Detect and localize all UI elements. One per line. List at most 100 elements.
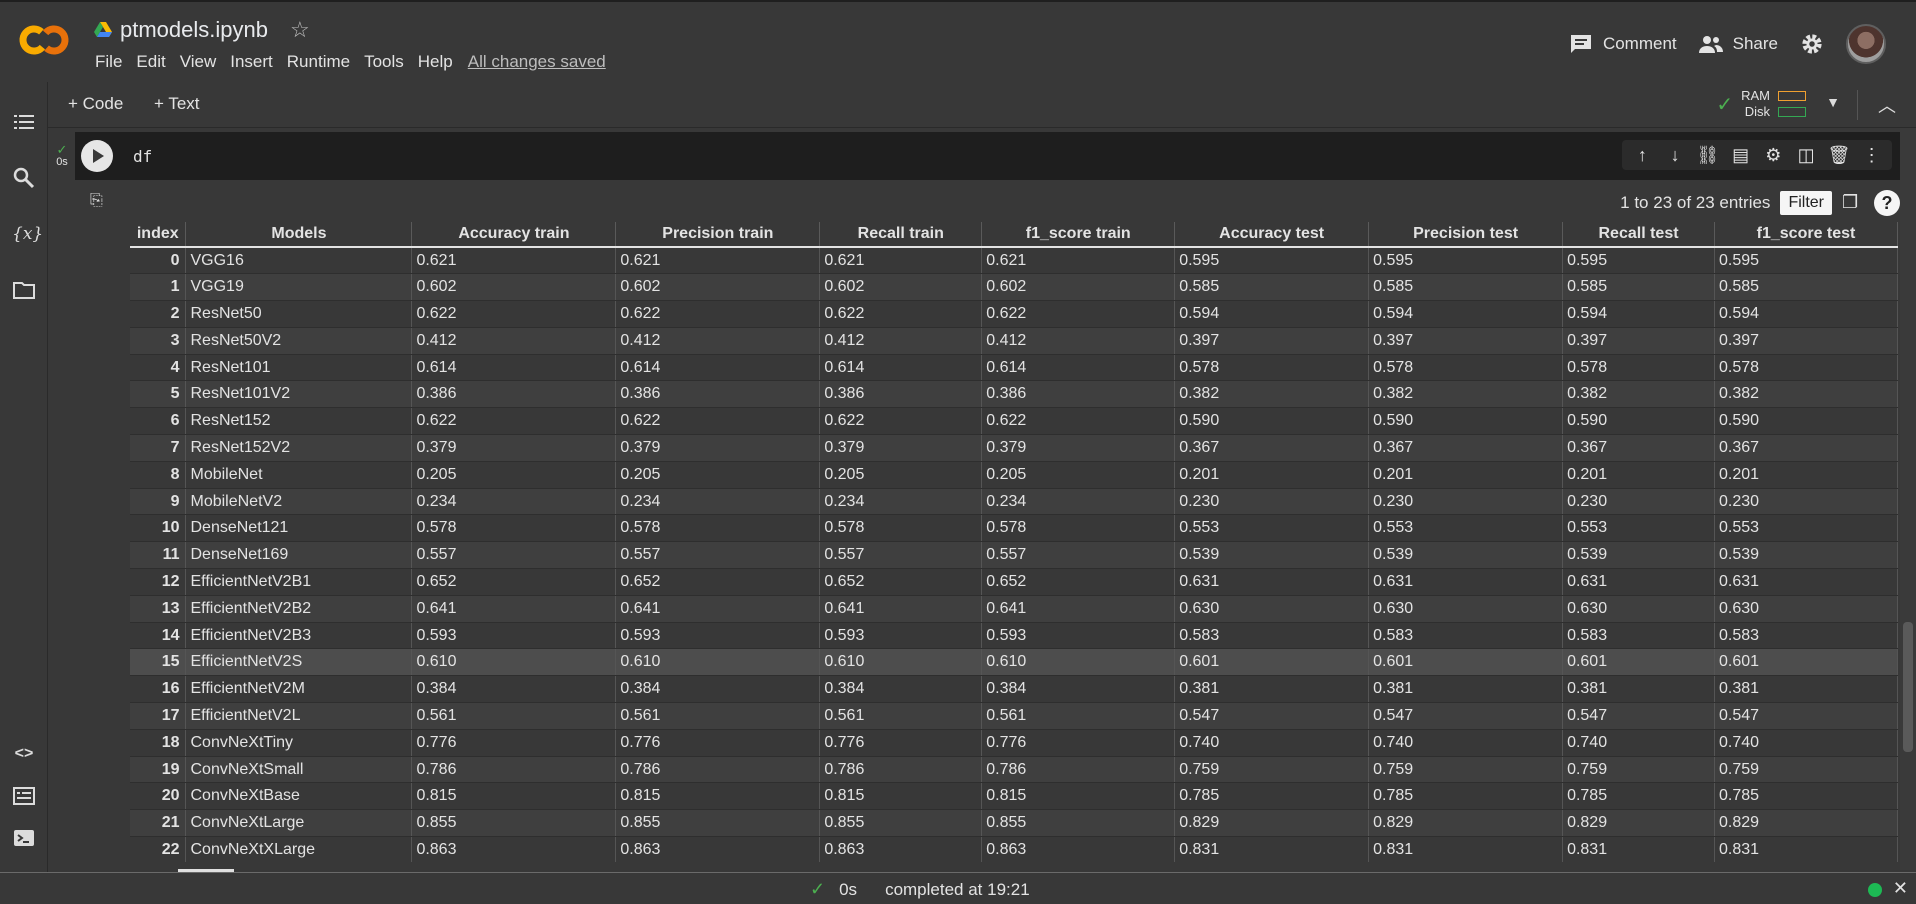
column-header[interactable]: Accuracy test: [1174, 222, 1370, 248]
header: ptmodels.ipynb ☆ File Edit View Insert R…: [0, 0, 1916, 82]
code-snippets-icon[interactable]: <>: [12, 742, 36, 766]
column-header[interactable]: Models: [185, 222, 413, 248]
table-row[interactable]: 1 VGG19 0.602 0.602 0.602 0.602 0.585 0.585 0.58…: [130, 273, 1898, 302]
output-actions-icon[interactable]: ⎘: [90, 192, 112, 212]
filter-button[interactable]: Filter: [1780, 191, 1832, 215]
table-row[interactable]: 7 ResNet152V2 0.379 0.379 0.379 0.379 0.367 0.3…: [130, 434, 1898, 462]
share-button[interactable]: Share: [1698, 33, 1778, 55]
column-header[interactable]: Precision train: [615, 222, 821, 248]
table-row[interactable]: 22 ConvNeXtXLarge 0.863 0.863 0.863 0.863 0.83…: [130, 836, 1898, 862]
table-row[interactable]: 18 ConvNeXtTiny 0.776 0.776 0.776 0.776 0.740 0…: [130, 729, 1898, 757]
column-header[interactable]: index: [130, 222, 187, 248]
metric-cell: 0.601: [1174, 648, 1370, 677]
metric-cell: 0.201: [1174, 461, 1370, 489]
delete-icon[interactable]: 🗑: [1826, 142, 1852, 168]
table-row[interactable]: 2 ResNet50 0.622 0.622 0.622 0.622 0.594 0.594 0…: [130, 300, 1898, 328]
metric-cell: 0.578: [819, 514, 983, 543]
comment-cell-icon[interactable]: ▤: [1728, 142, 1754, 168]
close-icon[interactable]: ✕: [1893, 878, 1908, 899]
folder-icon[interactable]: [12, 278, 36, 302]
table-row[interactable]: 15 EfficientNetV2S 0.610 0.610 0.610 0.610 0.6…: [130, 648, 1898, 677]
column-header[interactable]: f1_score train: [981, 222, 1176, 248]
resource-monitor[interactable]: ✓ RAM Disk: [1716, 88, 1806, 120]
chevron-down-icon[interactable]: ▼: [1826, 94, 1840, 110]
metric-cell: 0.621: [981, 247, 1176, 275]
link-icon[interactable]: ⛓: [1695, 142, 1721, 168]
menu-insert[interactable]: Insert: [223, 52, 280, 72]
model-name-cell: ResNet50V2: [185, 327, 413, 355]
menu-file[interactable]: File: [88, 52, 129, 72]
table-row[interactable]: 20 ConvNeXtBase 0.815 0.815 0.815 0.815 0.785 0…: [130, 782, 1898, 811]
menu-runtime[interactable]: Runtime: [280, 52, 357, 72]
table-row[interactable]: 11 DenseNet169 0.557 0.557 0.557 0.557 0.539 0.…: [130, 541, 1898, 570]
model-name-cell: EfficientNetV2B1: [185, 568, 413, 596]
table-row[interactable]: 9 MobileNetV2 0.234 0.234 0.234 0.234 0.230 0.2…: [130, 488, 1898, 516]
execution-status[interactable]: ✓ 0s completed at 19:21: [810, 879, 1030, 900]
metric-cell: 0.815: [819, 782, 983, 811]
table-row[interactable]: 3 ResNet50V2 0.412 0.412 0.412 0.412 0.397 0.39…: [130, 327, 1898, 355]
column-header[interactable]: Recall train: [819, 222, 983, 248]
add-code-button[interactable]: + Code: [68, 94, 123, 114]
notebook-title[interactable]: ptmodels.ipynb: [120, 17, 268, 43]
vertical-scrollbar[interactable]: [1900, 128, 1916, 870]
metric-cell: 0.776: [615, 729, 821, 757]
table-row[interactable]: 5 ResNet101V2 0.386 0.386 0.386 0.386 0.382 0.3…: [130, 380, 1898, 409]
metric-cell: 0.583: [1714, 622, 1898, 650]
dataframe-table-wrap[interactable]: index Models Accuracy train Precision train…: [130, 222, 1898, 862]
save-status[interactable]: All changes saved: [460, 52, 606, 72]
metric-cell: 0.590: [1368, 407, 1564, 436]
scrollbar-thumb[interactable]: [1903, 622, 1913, 752]
column-header[interactable]: f1_score test: [1714, 222, 1898, 248]
table-row[interactable]: 12 EfficientNetV2B1 0.652 0.652 0.652 0.652 0.…: [130, 568, 1898, 596]
model-name-cell: MobileNet: [185, 461, 413, 489]
table-row[interactable]: 14 EfficientNetV2B3 0.593 0.593 0.593 0.593 0.…: [130, 622, 1898, 650]
command-palette-icon[interactable]: [12, 784, 36, 808]
metric-cell: 0.384: [615, 675, 821, 704]
terminal-icon[interactable]: [12, 826, 36, 850]
column-header[interactable]: Precision test: [1368, 222, 1564, 248]
toc-icon[interactable]: [12, 110, 36, 134]
menu-tools[interactable]: Tools: [357, 52, 411, 72]
variables-icon[interactable]: {x}: [12, 222, 43, 246]
table-row[interactable]: 0 VGG16 0.621 0.621 0.621 0.621 0.595 0.595 0.59…: [130, 247, 1898, 275]
metric-cell: 0.829: [1714, 809, 1898, 838]
more-vert-icon[interactable]: ⋮: [1859, 142, 1885, 168]
table-row[interactable]: 13 EfficientNetV2B2 0.641 0.641 0.641 0.641 0.…: [130, 595, 1898, 623]
arrow-up-icon[interactable]: ↑: [1629, 142, 1655, 168]
table-row[interactable]: 21 ConvNeXtLarge 0.855 0.855 0.855 0.855 0.829…: [130, 809, 1898, 838]
avatar[interactable]: [1846, 24, 1886, 64]
table-row[interactable]: 4 ResNet101 0.614 0.614 0.614 0.614 0.578 0.578…: [130, 354, 1898, 382]
help-icon[interactable]: ?: [1874, 190, 1900, 216]
menu-help[interactable]: Help: [411, 52, 460, 72]
table-row[interactable]: 8 MobileNet 0.205 0.205 0.205 0.205 0.201 0.201…: [130, 461, 1898, 489]
table-row[interactable]: 10 DenseNet121 0.578 0.578 0.578 0.578 0.553 0.…: [130, 514, 1898, 543]
status-bar: ✓ 0s completed at 19:21 ✕: [0, 872, 1916, 904]
search-icon[interactable]: [12, 166, 36, 190]
table-row[interactable]: 6 ResNet152 0.622 0.622 0.622 0.622 0.590 0.590…: [130, 407, 1898, 436]
metric-cell: 0.621: [411, 247, 617, 275]
arrow-down-icon[interactable]: ↓: [1662, 142, 1688, 168]
table-row[interactable]: 19 ConvNeXtSmall 0.786 0.786 0.786 0.786 0.759…: [130, 756, 1898, 784]
table-row[interactable]: 16 EfficientNetV2M 0.384 0.384 0.384 0.384 0.3…: [130, 675, 1898, 704]
copy-icon[interactable]: ❐: [1842, 192, 1864, 214]
metric-cell: 0.382: [1714, 380, 1898, 409]
code-editor[interactable]: df: [133, 147, 152, 166]
mirror-cell-icon[interactable]: ◫: [1793, 142, 1819, 168]
metric-cell: 0.831: [1562, 836, 1715, 862]
colab-logo[interactable]: [16, 20, 72, 60]
column-header[interactable]: Recall test: [1562, 222, 1715, 248]
column-header[interactable]: Accuracy train: [411, 222, 617, 248]
add-text-button[interactable]: + Text: [154, 94, 200, 114]
metric-cell: 0.740: [1562, 729, 1715, 757]
code-cell[interactable]: df ↑ ↓ ⛓ ▤ ⚙ ◫ 🗑 ⋮: [75, 132, 1900, 180]
star-icon[interactable]: ☆: [290, 17, 310, 43]
menu-view[interactable]: View: [173, 52, 224, 72]
table-row[interactable]: 17 EfficientNetV2L 0.561 0.561 0.561 0.561 0.5…: [130, 702, 1898, 730]
gear-icon[interactable]: [1800, 33, 1824, 55]
comment-button[interactable]: Comment: [1569, 33, 1677, 55]
chevron-up-icon[interactable]: ︿: [1878, 92, 1896, 118]
menu-edit[interactable]: Edit: [129, 52, 172, 72]
cell-settings-icon[interactable]: ⚙: [1760, 142, 1786, 168]
row-index: 7: [130, 434, 187, 462]
run-cell-button[interactable]: [81, 140, 113, 172]
